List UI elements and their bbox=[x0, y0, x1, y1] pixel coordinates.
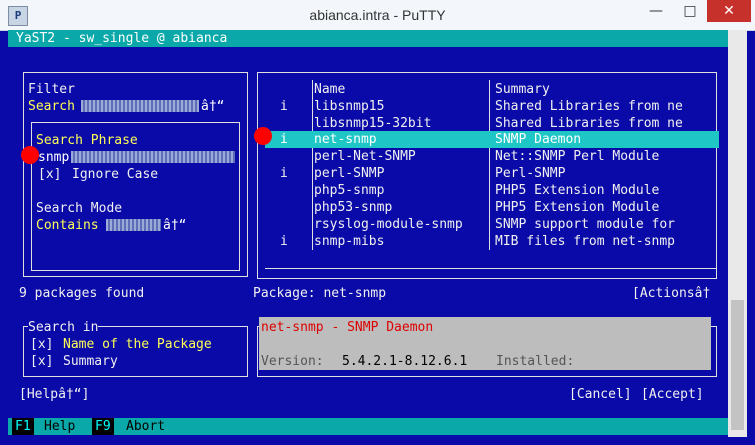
close-icon[interactable]: ✕ bbox=[707, 0, 751, 22]
column-header-summary[interactable]: Summary bbox=[495, 81, 550, 98]
search-phrase-fill[interactable] bbox=[71, 151, 235, 163]
row-summary: Perl-SNMP bbox=[495, 166, 566, 181]
help-button[interactable]: [Helpâ†“] bbox=[19, 386, 89, 403]
table-col-divider-1 bbox=[312, 80, 313, 250]
version-value: 5.4.2.1-8.12.6.1 bbox=[342, 354, 468, 369]
version-label: Version: bbox=[261, 354, 324, 369]
table-col-divider-2 bbox=[489, 80, 490, 250]
summary-checkbox[interactable]: [x] bbox=[30, 353, 53, 370]
installed-label: Installed: bbox=[496, 354, 575, 369]
row-summary: SNMP Daemon bbox=[495, 132, 582, 147]
row-name: rsyslog-module-snmp bbox=[314, 217, 463, 232]
click-marker-search bbox=[21, 146, 39, 164]
filter-combo[interactable]: Search bbox=[28, 98, 75, 115]
actions-button[interactable]: [Actionsâ† bbox=[632, 285, 710, 302]
row-name: perl-Net-SNMP bbox=[314, 149, 416, 164]
search-mode-fill[interactable] bbox=[106, 219, 161, 231]
row-summary: PHP5 Extension Module bbox=[495, 200, 660, 215]
row-summary: Net::SNMP Perl Module bbox=[495, 149, 660, 164]
row-summary: MIB files from net-snmp bbox=[495, 234, 676, 249]
f9-label[interactable]: Abort bbox=[126, 418, 165, 435]
yast-header: YaST2 - sw_single @ abianca bbox=[16, 31, 228, 46]
cancel-button[interactable]: [Cancel] bbox=[569, 386, 632, 403]
name-checkbox-label: Name of the Package bbox=[63, 337, 212, 352]
filter-label: Filter bbox=[28, 82, 75, 97]
row-name: perl-SNMP bbox=[314, 166, 385, 181]
search-phrase-label: Search Phrase bbox=[36, 133, 138, 148]
f1-label[interactable]: Help bbox=[44, 418, 75, 435]
row-status: i bbox=[280, 234, 288, 249]
function-key-bar bbox=[8, 418, 728, 435]
row-name: net-snmp bbox=[314, 132, 377, 147]
vertical-scrollbar[interactable] bbox=[728, 30, 747, 437]
summary-checkbox-label: Summary bbox=[63, 354, 118, 369]
row-status: i bbox=[280, 99, 288, 114]
name-checkbox[interactable]: [x] bbox=[30, 336, 53, 353]
search-mode-combo[interactable]: Contains bbox=[36, 217, 99, 234]
row-name: snmp-mibs bbox=[314, 234, 385, 249]
ignore-case-label: Ignore Case bbox=[72, 167, 159, 182]
row-name: php53-snmp bbox=[314, 200, 393, 215]
row-summary: Shared Libraries from ne bbox=[495, 99, 683, 114]
row-name: libsnmp15 bbox=[314, 99, 385, 114]
row-summary: PHP5 Extension Module bbox=[495, 183, 660, 198]
row-summary: SNMP support module for bbox=[495, 217, 676, 232]
column-header-name[interactable]: Name bbox=[314, 81, 345, 98]
row-name: php5-snmp bbox=[314, 183, 385, 198]
accept-button[interactable]: [Accept] bbox=[641, 386, 704, 403]
search-mode-label: Search Mode bbox=[36, 201, 123, 216]
filter-combo-fill[interactable] bbox=[81, 100, 199, 112]
yast-header-bar: YaST2 - sw_single @ abianca bbox=[8, 30, 728, 47]
scrollbar-thumb[interactable] bbox=[731, 300, 744, 430]
putty-window: P abianca.intra - PuTTY — □ ✕ YaST2 - sw… bbox=[0, 0, 755, 445]
package-label: Package: net-snmp bbox=[253, 286, 387, 301]
search-mode-arrow[interactable]: â†“ bbox=[163, 217, 186, 234]
row-summary: Shared Libraries from ne bbox=[495, 116, 683, 131]
filter-combo-arrow[interactable]: â†“ bbox=[201, 98, 224, 115]
click-marker-row bbox=[254, 127, 272, 145]
row-status: i bbox=[280, 132, 288, 147]
packages-found-text: 9 packages found bbox=[19, 286, 145, 301]
info-title: net-snmp - SNMP Daemon bbox=[261, 320, 434, 335]
f9-key[interactable]: F9 bbox=[92, 418, 114, 435]
terminal-area[interactable]: YaST2 - sw_single @ abianca Filter Searc… bbox=[8, 30, 728, 437]
maximize-icon[interactable]: □ bbox=[674, 0, 706, 22]
search-phrase-input[interactable]: snmp bbox=[38, 149, 69, 166]
ignore-case-checkbox[interactable]: [x] bbox=[38, 166, 61, 183]
search-in-label: Search in bbox=[28, 319, 99, 336]
minimize-icon[interactable]: — bbox=[640, 0, 672, 22]
f1-key[interactable]: F1 bbox=[12, 418, 34, 435]
table-hscroll[interactable] bbox=[265, 268, 717, 269]
row-name: libsnmp15-32bit bbox=[314, 116, 432, 131]
row-status: i bbox=[280, 166, 288, 181]
window-titlebar[interactable]: P abianca.intra - PuTTY — □ ✕ bbox=[0, 0, 755, 31]
